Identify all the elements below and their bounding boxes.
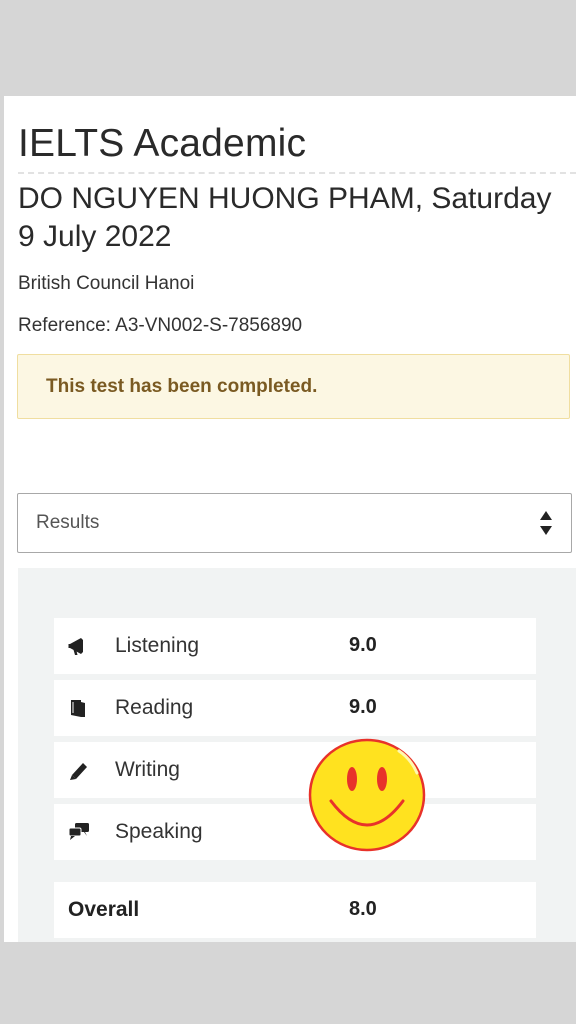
result-row-listening: Listening 9.0	[54, 618, 536, 674]
test-centre: British Council Hanoi	[18, 273, 195, 294]
book-icon	[71, 700, 85, 717]
speech-bubbles-icon	[68, 823, 89, 840]
result-row-writing: Writing	[54, 742, 536, 798]
smiley-face-icon	[308, 738, 426, 852]
module-label: Speaking	[115, 820, 203, 843]
module-label: Listening	[115, 634, 200, 657]
alert-message: This test has been completed.	[46, 376, 318, 397]
reference-number: Reference: A3-VN002-S-7856890	[18, 315, 303, 336]
page-title: IELTS Academic	[18, 122, 307, 165]
module-label: Writing	[115, 758, 180, 781]
completion-alert: This test has been completed.	[17, 354, 570, 419]
results-panel: Listening 9.0 Reading 9.0 Writing Speaki…	[18, 568, 576, 942]
module-label: Reading	[115, 696, 194, 719]
overall-label: Overall	[68, 898, 140, 921]
sort-arrows-icon	[540, 511, 552, 535]
module-score: 9.0	[349, 634, 377, 656]
result-row-reading: Reading 9.0	[54, 680, 536, 736]
result-row-overall: Overall 8.0	[54, 882, 536, 938]
result-row-speaking: Speaking	[54, 804, 536, 860]
megaphone-icon	[68, 638, 83, 655]
pencil-icon	[70, 763, 87, 780]
divider	[18, 172, 576, 174]
module-score: 9.0	[349, 696, 377, 718]
overall-score: 8.0	[349, 898, 377, 920]
result-card: IELTS Academic DO NGUYEN HUONG PHAM, Sat…	[4, 96, 576, 942]
view-select[interactable]: Results	[17, 493, 572, 553]
view-select-value: Results	[36, 512, 100, 533]
candidate-date-line: DO NGUYEN HUONG PHAM, Saturday 9 July 20…	[18, 182, 552, 253]
